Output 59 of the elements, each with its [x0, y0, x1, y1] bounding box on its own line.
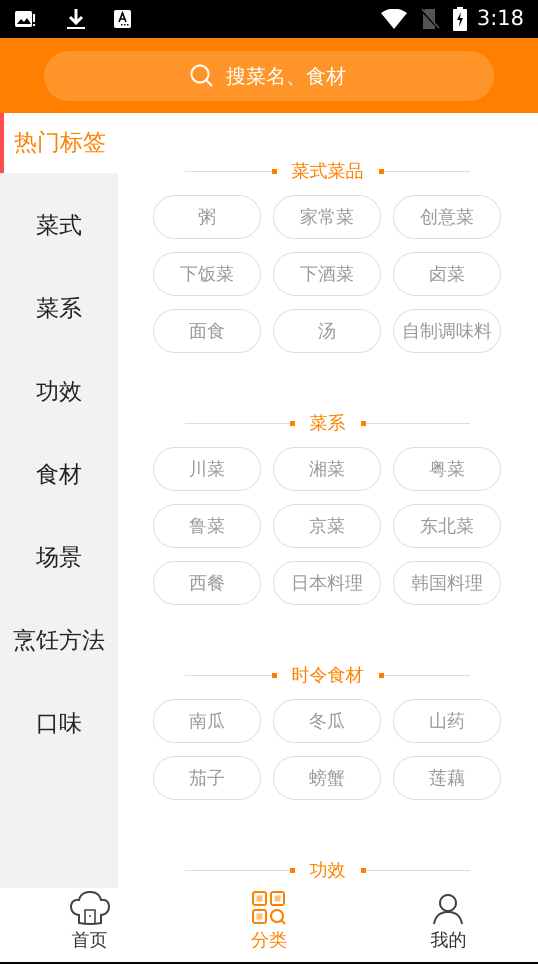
tag-chip[interactable]: 卤菜 [393, 252, 501, 296]
tag-chip[interactable]: 汤 [273, 309, 381, 353]
wifi-icon [380, 9, 407, 29]
bullet-icon [360, 420, 366, 426]
sidebar-item[interactable]: 烹饪方法 [0, 600, 118, 683]
download-icon [66, 8, 86, 30]
sidebar-item[interactable]: 场景 [0, 517, 118, 600]
tag-chip[interactable]: 南瓜 [153, 699, 261, 743]
no-sim-icon [420, 8, 440, 30]
sidebar-item[interactable]: 热门标签 [0, 113, 118, 173]
bullet-icon [290, 420, 294, 426]
tag-chip[interactable]: 自制调味料 [393, 309, 501, 353]
section-title: 时令食材 [290, 664, 364, 688]
tag-chip[interactable]: 下酒菜 [273, 252, 381, 296]
section-title: 菜式菜品 [290, 160, 364, 184]
tag-chip[interactable]: 创意菜 [393, 195, 501, 239]
tag-chip[interactable]: 家常菜 [273, 195, 381, 239]
tag-chip[interactable]: 面食 [153, 309, 261, 353]
tag-chip[interactable]: 鲁菜 [153, 504, 261, 548]
tag-chip[interactable]: 冬瓜 [273, 699, 381, 743]
tag-chip[interactable]: 京菜 [273, 504, 381, 548]
tag-chip[interactable]: 韩国料理 [393, 561, 501, 605]
keyboard-icon [114, 9, 132, 29]
bullet-icon [290, 868, 294, 872]
tag-chip[interactable]: 莲藕 [393, 756, 501, 800]
person-icon [432, 893, 464, 925]
nav-tab[interactable]: 我的 [358, 888, 538, 962]
tag-chip[interactable]: 东北菜 [393, 504, 501, 548]
bullet-icon [272, 672, 276, 678]
tag-chip[interactable]: 粥 [153, 195, 261, 239]
sidebar-item[interactable]: 菜式 [0, 185, 118, 268]
tag-chip[interactable]: 山药 [393, 699, 501, 743]
section-title: 菜系 [308, 412, 346, 436]
sidebar-item[interactable]: 功效 [0, 351, 118, 434]
sidebar-item[interactable]: 菜系 [0, 268, 118, 351]
section-title: 功效 [308, 858, 346, 882]
sidebar-item[interactable]: 口味 [0, 683, 118, 766]
tag-chip[interactable]: 粤菜 [393, 447, 501, 491]
bullet-icon [378, 168, 384, 174]
clock-time: 3:18 [476, 5, 524, 32]
battery-icon [452, 7, 467, 31]
bullet-icon [360, 868, 366, 872]
chef-hat-icon [68, 891, 111, 925]
tag-chip[interactable]: 螃蟹 [273, 756, 381, 800]
tag-chip[interactable]: 川菜 [153, 447, 261, 491]
search-field[interactable]: 搜菜名、食材 [44, 50, 494, 100]
tag-chip[interactable]: 西餐 [153, 561, 261, 605]
nav-tab[interactable]: 首页 [0, 888, 180, 962]
image-icon [14, 9, 36, 29]
tag-chip[interactable]: 茄子 [153, 756, 261, 800]
grid-search-icon [252, 891, 286, 925]
tag-chip[interactable]: 日本料理 [273, 561, 381, 605]
bullet-icon [272, 168, 276, 174]
sidebar-item[interactable]: 食材 [0, 434, 118, 517]
search-icon [190, 64, 214, 88]
bullet-icon [378, 672, 384, 678]
tag-chip[interactable]: 湘菜 [273, 447, 381, 491]
nav-tab[interactable]: 分类 [179, 888, 359, 962]
tag-chip[interactable]: 下饭菜 [153, 252, 261, 296]
